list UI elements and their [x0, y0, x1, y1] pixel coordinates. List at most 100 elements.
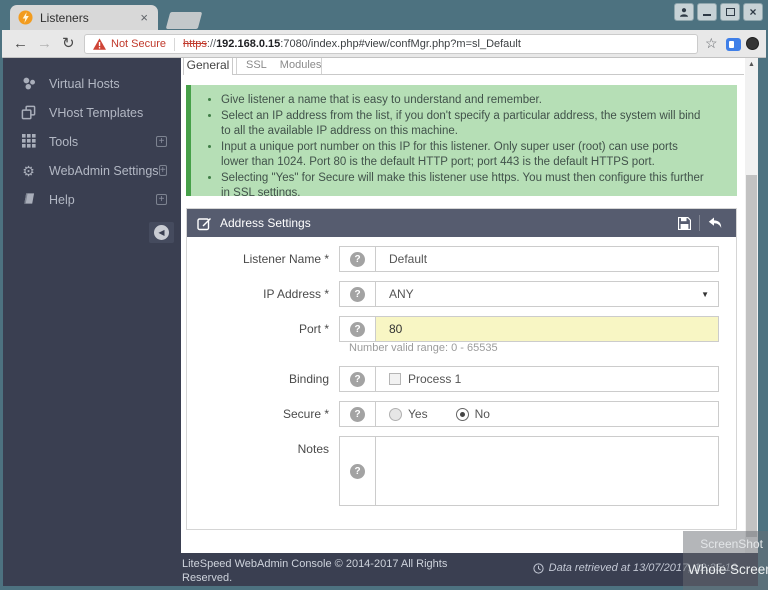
help-book-icon	[20, 192, 37, 208]
info-bullet: Select an IP address from the list, if y…	[221, 109, 707, 140]
header-divider	[699, 215, 700, 231]
url-text: https://192.168.0.15:7080/index.php#view…	[183, 38, 521, 50]
field-box: ? ANY ▼	[339, 281, 719, 307]
tab-modules[interactable]: Modules	[280, 58, 322, 74]
help-icon[interactable]: ?	[350, 287, 365, 302]
field-row-port: Port * ? 80	[187, 316, 736, 342]
field-row-ip-address: IP Address * ? ANY ▼	[187, 281, 736, 307]
info-bullet: Input a unique port number on this IP fo…	[221, 140, 707, 171]
expand-icon[interactable]: +	[156, 194, 167, 205]
url-bar[interactable]: Not Secure https://192.168.0.15:7080/ind…	[84, 34, 698, 54]
ip-address-select[interactable]: ANY ▼	[376, 282, 718, 306]
bookmark-star-icon[interactable]: ☆	[705, 35, 718, 52]
config-tabs: General SSL Modules	[183, 58, 744, 75]
url-divider	[174, 38, 175, 51]
field-box: ? Process 1	[339, 366, 719, 392]
info-box: Give listener a name that is easy to und…	[186, 85, 737, 196]
expand-icon[interactable]: +	[156, 136, 167, 147]
extension-globe-icon[interactable]	[746, 37, 759, 50]
expand-icon[interactable]: +	[159, 165, 167, 176]
undo-button[interactable]	[704, 213, 726, 233]
new-tab-button[interactable]	[166, 12, 203, 29]
browser-menu-icon[interactable]: ⋮	[762, 35, 768, 52]
sidebar-item-webadmin-settings[interactable]: ⚙ WebAdmin Settings +	[3, 156, 181, 185]
sidebar-item-label: Virtual Hosts	[49, 77, 167, 91]
panel-body: Listener Name * ? Default IP Address * ?…	[187, 237, 736, 506]
ip-address-value: ANY	[389, 287, 414, 301]
minimize-button[interactable]	[697, 3, 717, 21]
field-row-binding: Binding ? Process 1	[187, 366, 736, 392]
url-host: 192.168.0.15	[216, 38, 280, 50]
maximize-button[interactable]	[720, 3, 740, 21]
page-scrollbar[interactable]: ▲ ▼	[745, 58, 758, 586]
help-icon[interactable]: ?	[350, 464, 365, 479]
extension-icon[interactable]	[726, 38, 741, 51]
clock-icon	[533, 563, 544, 574]
back-button[interactable]: ←	[13, 35, 28, 53]
help-icon[interactable]: ?	[350, 252, 365, 267]
tab-ssl[interactable]: SSL	[246, 58, 267, 74]
chevron-down-icon: ▼	[701, 290, 718, 299]
radio-yes[interactable]	[389, 408, 402, 421]
sidebar: Virtual Hosts VHost Templates Tools + ⚙ …	[3, 58, 181, 553]
radio-no[interactable]	[456, 408, 469, 421]
sidebar-item-vhost-templates[interactable]: VHost Templates	[3, 98, 181, 127]
forward-button[interactable]: →	[37, 35, 52, 53]
browser-window: Listeners × × ← → ↻ Not Se	[0, 0, 768, 590]
help-cell: ?	[340, 317, 376, 341]
vhost-templates-icon	[20, 105, 37, 121]
window-controls: ×	[674, 3, 763, 21]
warning-icon	[93, 38, 106, 50]
help-cell: ?	[340, 402, 376, 426]
help-icon[interactable]: ?	[350, 372, 365, 387]
scrollbar-thumb[interactable]	[746, 175, 757, 537]
help-cell: ?	[340, 437, 376, 505]
refresh-button[interactable]: ↻	[62, 35, 75, 53]
field-label: Binding	[187, 366, 339, 392]
panel-title: Address Settings	[220, 216, 673, 230]
gear-icon: ⚙	[20, 163, 37, 179]
field-box: ? 80	[339, 316, 719, 342]
url-scheme: https	[183, 38, 207, 50]
checkbox-label: Process 1	[408, 372, 461, 386]
virtual-hosts-icon	[20, 76, 37, 92]
copyright-text: LiteSpeed WebAdmin Console © 2014-2017 A…	[182, 557, 482, 585]
browser-tab[interactable]: Listeners ×	[10, 5, 158, 30]
port-input[interactable]: 80	[376, 317, 718, 341]
field-label: Listener Name *	[187, 246, 339, 272]
scroll-up-icon[interactable]: ▲	[745, 61, 758, 68]
screenshot-title: ScreenShot	[700, 537, 763, 551]
field-row-notes: Notes ?	[187, 436, 736, 506]
maximize-icon	[726, 8, 735, 16]
close-icon: ×	[749, 6, 756, 18]
whole-screen-option[interactable]: Whole Screen	[688, 562, 768, 577]
sidebar-item-label: VHost Templates	[49, 106, 167, 120]
sidebar-item-help[interactable]: Help +	[3, 185, 181, 214]
field-box: ? Yes No	[339, 401, 719, 427]
help-icon[interactable]: ?	[350, 322, 365, 337]
tab-general[interactable]: General	[183, 58, 233, 75]
info-bullet: Give listener a name that is easy to und…	[221, 93, 707, 109]
notes-textarea[interactable]	[376, 437, 718, 505]
sidebar-item-virtual-hosts[interactable]: Virtual Hosts	[3, 69, 181, 98]
litespeed-favicon-icon	[18, 10, 33, 25]
save-floppy-icon	[678, 217, 691, 230]
help-icon[interactable]: ?	[350, 407, 365, 422]
sidebar-collapse-button[interactable]: ◀	[149, 222, 174, 243]
binding-field: Process 1	[376, 367, 718, 391]
sidebar-item-tools[interactable]: Tools +	[3, 127, 181, 156]
process-checkbox[interactable]	[389, 373, 401, 385]
close-button[interactable]: ×	[743, 3, 763, 21]
field-label: Notes	[187, 436, 339, 462]
address-settings-panel: Address Settings Listener Name * ?	[186, 208, 737, 530]
save-button[interactable]	[673, 213, 695, 233]
sidebar-item-label: Tools	[49, 135, 156, 149]
window-profile-button[interactable]	[674, 3, 694, 21]
secure-field: Yes No	[376, 402, 718, 426]
tab-close-icon[interactable]: ×	[138, 10, 150, 25]
listener-name-input[interactable]: Default	[376, 247, 718, 271]
tab-title: Listeners	[40, 11, 138, 25]
field-label: IP Address *	[187, 281, 339, 307]
not-secure-label: Not Secure	[111, 38, 166, 50]
panel-header: Address Settings	[187, 209, 736, 237]
